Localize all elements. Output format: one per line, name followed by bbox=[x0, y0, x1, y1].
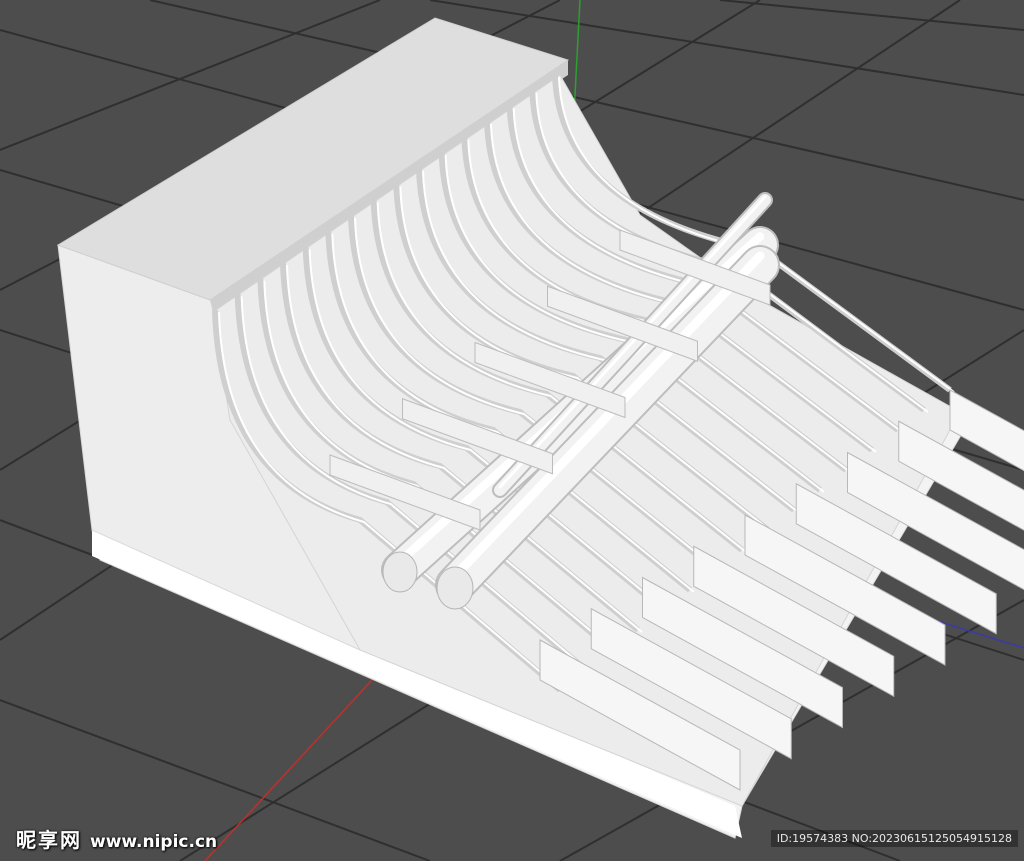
brand-logo-text: 昵享网 bbox=[16, 828, 82, 852]
image-id-label: ID:19574383 NO:20230615125054915128 bbox=[770, 830, 1018, 847]
3d-viewport[interactable]: 昵享网 www.nipic.cn ID:19574383 NO:202306151… bbox=[0, 0, 1024, 861]
watermark-left: 昵享网 www.nipic.cn bbox=[16, 824, 217, 853]
pipe-end-cap bbox=[436, 566, 474, 610]
scene-canvas[interactable] bbox=[0, 0, 1024, 861]
site-url: www.nipic.cn bbox=[90, 832, 218, 852]
pipe-end-cap bbox=[382, 551, 418, 593]
